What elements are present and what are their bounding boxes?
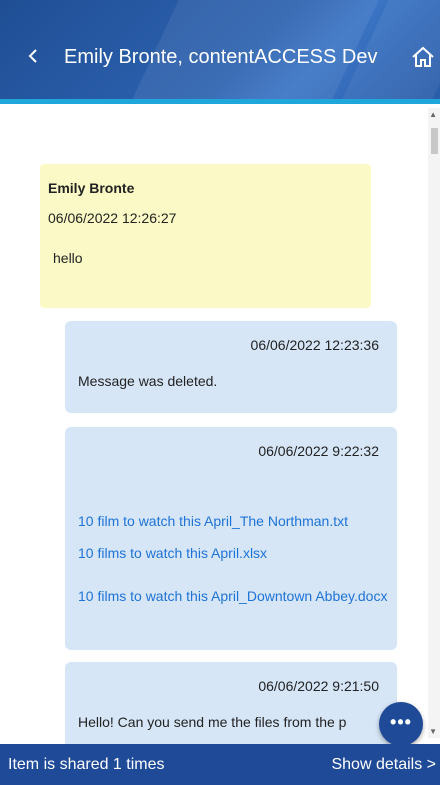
message-timestamp: 06/06/2022 9:21:50	[258, 678, 379, 694]
home-button[interactable]	[410, 44, 436, 70]
share-status-bar: Item is shared 1 times Show details >	[0, 744, 440, 785]
message-text: hello	[53, 250, 83, 266]
scroll-down-icon[interactable]: ▼	[429, 727, 437, 736]
scroll-up-icon[interactable]: ▲	[429, 110, 437, 119]
attachment-link[interactable]: 10 film to watch this April_The Northman…	[78, 513, 388, 529]
scroll-thumb[interactable]	[431, 128, 438, 154]
show-details-label: Show details	[331, 756, 423, 773]
chevron-right-icon: >	[426, 756, 436, 773]
chevron-left-icon	[28, 49, 37, 63]
sent-message: 06/06/2022 12:23:36 Message was deleted.	[65, 321, 397, 413]
app-header: Emily Bronte, contentACCESS Dev	[0, 0, 440, 104]
show-details-button[interactable]: Show details >	[331, 756, 436, 774]
back-button[interactable]	[26, 44, 48, 68]
message-author: Emily Bronte	[48, 180, 135, 196]
received-message: Emily Bronte 06/06/2022 12:26:27 hello	[40, 164, 371, 308]
vertical-scrollbar[interactable]: ▲ ▼	[428, 108, 440, 738]
message-text: Message was deleted.	[78, 373, 218, 389]
page-title: Emily Bronte, contentACCESS Dev	[64, 46, 378, 68]
conversation-list[interactable]: Emily Bronte 06/06/2022 12:26:27 hello 0…	[0, 104, 440, 744]
sent-message: 06/06/2022 9:22:32 10 film to watch this…	[65, 427, 397, 650]
message-text: Hello! Can you send me the files from th…	[78, 714, 347, 730]
more-icon: •••	[390, 712, 412, 732]
attachment-link[interactable]: 10 films to watch this April.xlsx	[78, 545, 388, 561]
message-timestamp: 06/06/2022 12:26:27	[48, 210, 177, 226]
share-count-text: Item is shared 1 times	[8, 756, 165, 773]
message-timestamp: 06/06/2022 12:23:36	[250, 337, 379, 353]
message-timestamp: 06/06/2022 9:22:32	[258, 443, 379, 459]
sent-message: 06/06/2022 9:21:50 Hello! Can you send m…	[65, 662, 397, 744]
home-icon	[412, 46, 434, 67]
attachment-link[interactable]: 10 films to watch this April_Downtown Ab…	[78, 579, 388, 613]
more-actions-button[interactable]: •••	[379, 702, 423, 746]
